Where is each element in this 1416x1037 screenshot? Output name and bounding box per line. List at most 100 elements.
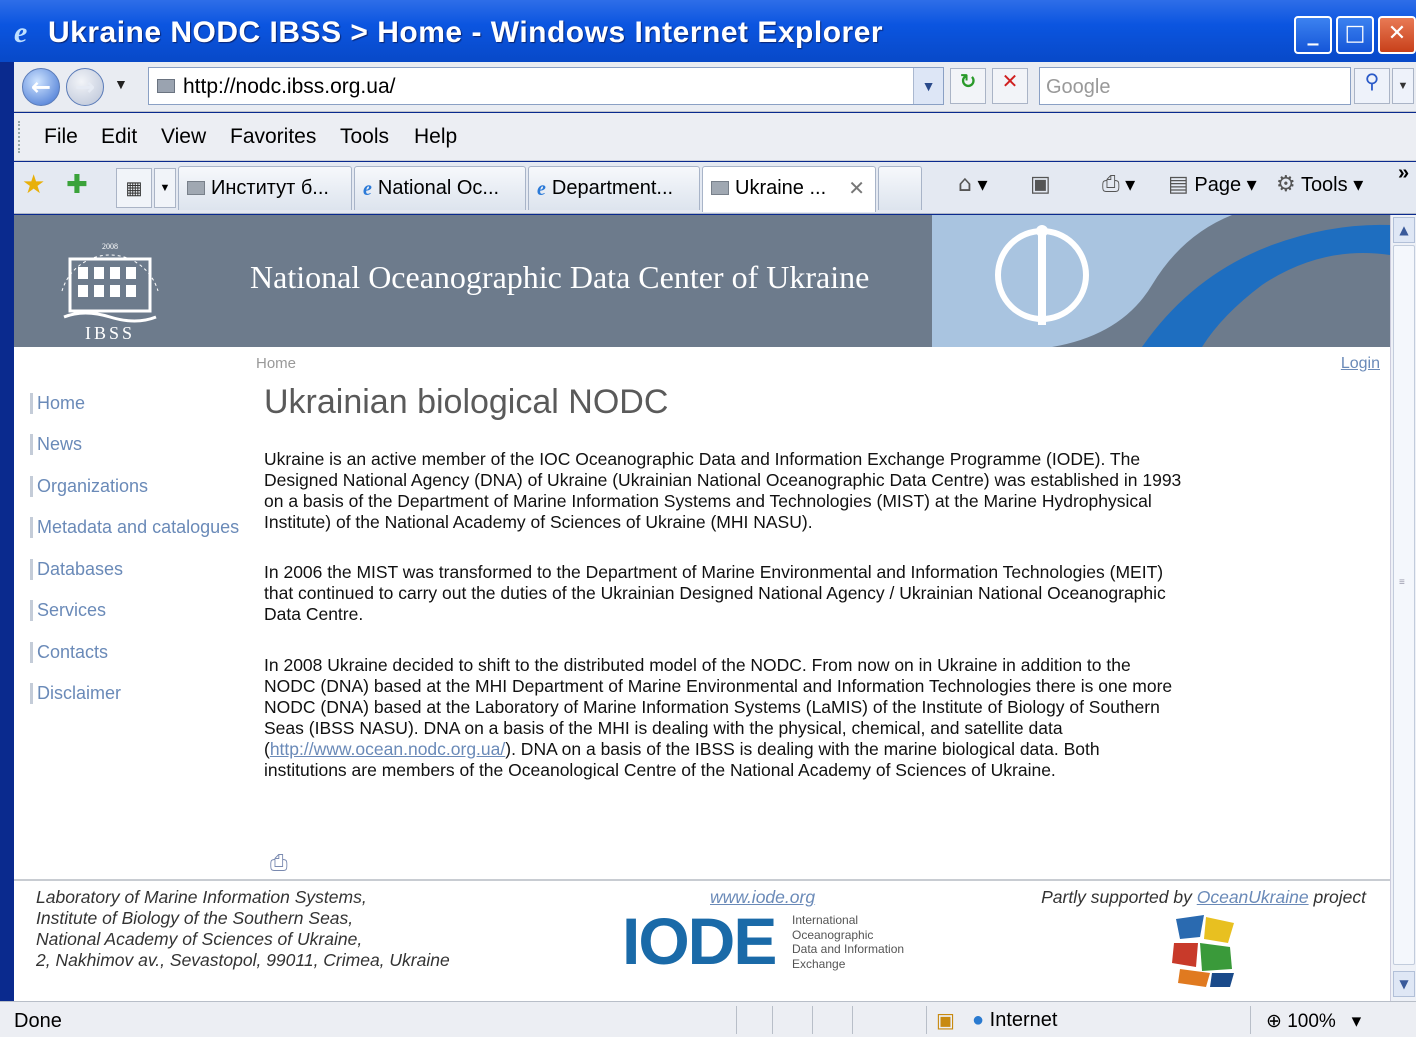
back-button[interactable]: ← (22, 68, 60, 106)
page-menu-button[interactable]: ▤ Page ▾ (1168, 172, 1257, 197)
tab-institute[interactable]: Институт б... (178, 166, 352, 210)
search-options-dropdown[interactable]: ▼ (1392, 68, 1414, 104)
logo-ibss-text: IBSS (85, 323, 135, 343)
ie-icon: e (537, 178, 546, 200)
minimize-button[interactable]: _ (1294, 16, 1332, 54)
scroll-thumb[interactable] (1393, 245, 1415, 965)
nav-services[interactable]: Services (30, 600, 106, 621)
back-arrow-icon: ← (30, 73, 52, 101)
menu-edit[interactable]: Edit (101, 125, 137, 149)
oceanukraine-link[interactable]: OceanUkraine (1197, 887, 1309, 907)
address-line: Laboratory of Marine Information Systems… (36, 887, 367, 907)
security-zone[interactable]: ● Internet (972, 1009, 1057, 1032)
menu-help[interactable]: Help (414, 125, 457, 149)
printer-icon: ⎙ (1102, 172, 1120, 197)
status-bar: Done ▣ ● Internet ⊕ 100% ▾ (0, 1001, 1416, 1037)
refresh-icon: ↻ (959, 69, 977, 93)
tab-label: Department... (551, 177, 674, 199)
feeds-button[interactable]: ▣ (1030, 172, 1051, 197)
close-icon: ✕ (1387, 21, 1407, 46)
page-menu-icon: ▤ (1168, 172, 1189, 197)
iode-logo-subtitle: International Oceanographic Data and Inf… (792, 913, 904, 971)
nav-contacts[interactable]: Contacts (30, 642, 108, 663)
add-favorite-icon[interactable]: ✚ (66, 170, 88, 200)
iode-sub-line: Oceanographic (792, 927, 874, 942)
print-page-icon[interactable]: ⎙ (270, 851, 288, 876)
zoom-level[interactable]: ⊕ 100% ▾ (1266, 1010, 1361, 1033)
nav-metadata-catalogues[interactable]: Metadata and catalogues (30, 517, 239, 538)
menu-tools[interactable]: Tools (340, 125, 389, 149)
menu-bar: File Edit View Favorites Tools Help (14, 113, 1416, 161)
quick-tabs-button[interactable]: ▦ (116, 168, 152, 208)
url-dropdown-icon[interactable]: ▼ (913, 68, 943, 104)
tab-label: Ukraine ... (735, 177, 827, 199)
close-window-button[interactable]: ✕ (1378, 16, 1416, 54)
history-dropdown-icon[interactable]: ▼ (114, 76, 128, 92)
login-link[interactable]: Login (1341, 355, 1380, 373)
page-menu-label: Page (1194, 174, 1242, 196)
forward-arrow-icon: → (74, 73, 96, 101)
maximize-button[interactable]: □ (1336, 16, 1374, 54)
close-tab-icon[interactable]: ✕ (848, 176, 865, 200)
ibss-logo: 2008 IBSS (61, 242, 159, 343)
minimize-icon: _ (1307, 21, 1319, 46)
menu-favorites[interactable]: Favorites (230, 125, 316, 149)
page-icon (187, 181, 205, 195)
support-note: Partly supported by OceanUkraine project (1041, 887, 1366, 908)
search-input[interactable]: Google (1039, 67, 1351, 105)
address-bar: ← → ▼ http://nodc.ibss.org.ua/ ▼ ↻ ✕ Goo… (14, 62, 1416, 112)
url-value[interactable]: http://nodc.ibss.org.ua/ (183, 75, 395, 99)
nav-disclaimer[interactable]: Disclaimer (30, 683, 121, 704)
logo-year: 2008 (102, 242, 118, 251)
quick-tabs-icon: ▦ (125, 178, 143, 198)
scroll-down-icon[interactable]: ▼ (1393, 971, 1415, 997)
site-header-title: National Oceanographic Data Center of Uk… (250, 259, 870, 295)
feeds-icon: ▣ (1030, 172, 1051, 197)
menu-file[interactable]: File (44, 125, 78, 149)
nav-home[interactable]: Home (30, 393, 85, 414)
window-title: Ukraine NODC IBSS > Home - Windows Inter… (48, 16, 884, 49)
oceanukraine-logo[interactable] (1170, 913, 1240, 989)
status-divider (736, 1006, 737, 1034)
tab-ukraine[interactable]: Ukraine ... ✕ (702, 166, 876, 212)
status-divider (852, 1006, 853, 1034)
search-placeholder: Google (1046, 76, 1111, 98)
tab-label: National Oc... (377, 177, 500, 199)
vertical-scrollbar[interactable]: ▲ ≡ ▼ (1390, 215, 1416, 1001)
tab-department[interactable]: e Department... (528, 166, 700, 210)
url-field[interactable]: http://nodc.ibss.org.ua/ ▼ (148, 67, 944, 105)
breadcrumb[interactable]: Home (256, 355, 296, 372)
tab-national-oc[interactable]: e National Oc... (354, 166, 526, 210)
nav-news[interactable]: News (30, 434, 82, 455)
nav-databases[interactable]: Databases (30, 559, 123, 580)
paragraph-2008: In 2008 Ukraine decided to shift to the … (264, 655, 1184, 781)
protected-mode-icon[interactable]: ▣ (936, 1008, 955, 1032)
new-tab-button[interactable] (878, 166, 922, 210)
gear-icon: ⚙ (1276, 172, 1296, 197)
maximize-icon: □ (1344, 21, 1366, 46)
tab-list-dropdown[interactable]: ▼ (154, 168, 176, 208)
stop-icon: ✕ (1001, 69, 1019, 93)
nav-organizations[interactable]: Organizations (30, 476, 148, 497)
status-divider (772, 1006, 773, 1034)
page-icon (157, 79, 175, 93)
iode-sub-line: Data and Information (792, 942, 905, 956)
print-button[interactable]: ⎙ ▾ (1102, 172, 1135, 197)
search-button[interactable]: ⚲ (1354, 68, 1390, 104)
scroll-up-icon[interactable]: ▲ (1393, 217, 1415, 243)
iode-logo[interactable]: IODE International Oceanographic Data an… (622, 908, 912, 974)
tools-menu-button[interactable]: ⚙ Tools ▾ (1276, 172, 1363, 197)
footer-address: Laboratory of Marine Information Systems… (36, 887, 450, 971)
favorites-star-icon[interactable]: ★ (22, 170, 45, 200)
toolbar-overflow-button[interactable]: » (1398, 162, 1409, 185)
home-button[interactable]: ⌂ ▾ (958, 172, 988, 197)
stop-button[interactable]: ✕ (992, 68, 1028, 104)
ocean-nodc-link[interactable]: http://www.ocean.nodc.org.ua/ (270, 739, 505, 759)
menu-view[interactable]: View (161, 125, 206, 149)
zoom-icon: ⊕ (1266, 1011, 1282, 1032)
forward-button[interactable]: → (66, 68, 104, 106)
iode-sub-line: Exchange (792, 956, 846, 971)
support-suffix: project (1308, 887, 1366, 907)
refresh-button[interactable]: ↻ (950, 68, 986, 104)
page-viewport: 2008 IBSS National Oceanographic Data Ce… (14, 215, 1390, 1001)
